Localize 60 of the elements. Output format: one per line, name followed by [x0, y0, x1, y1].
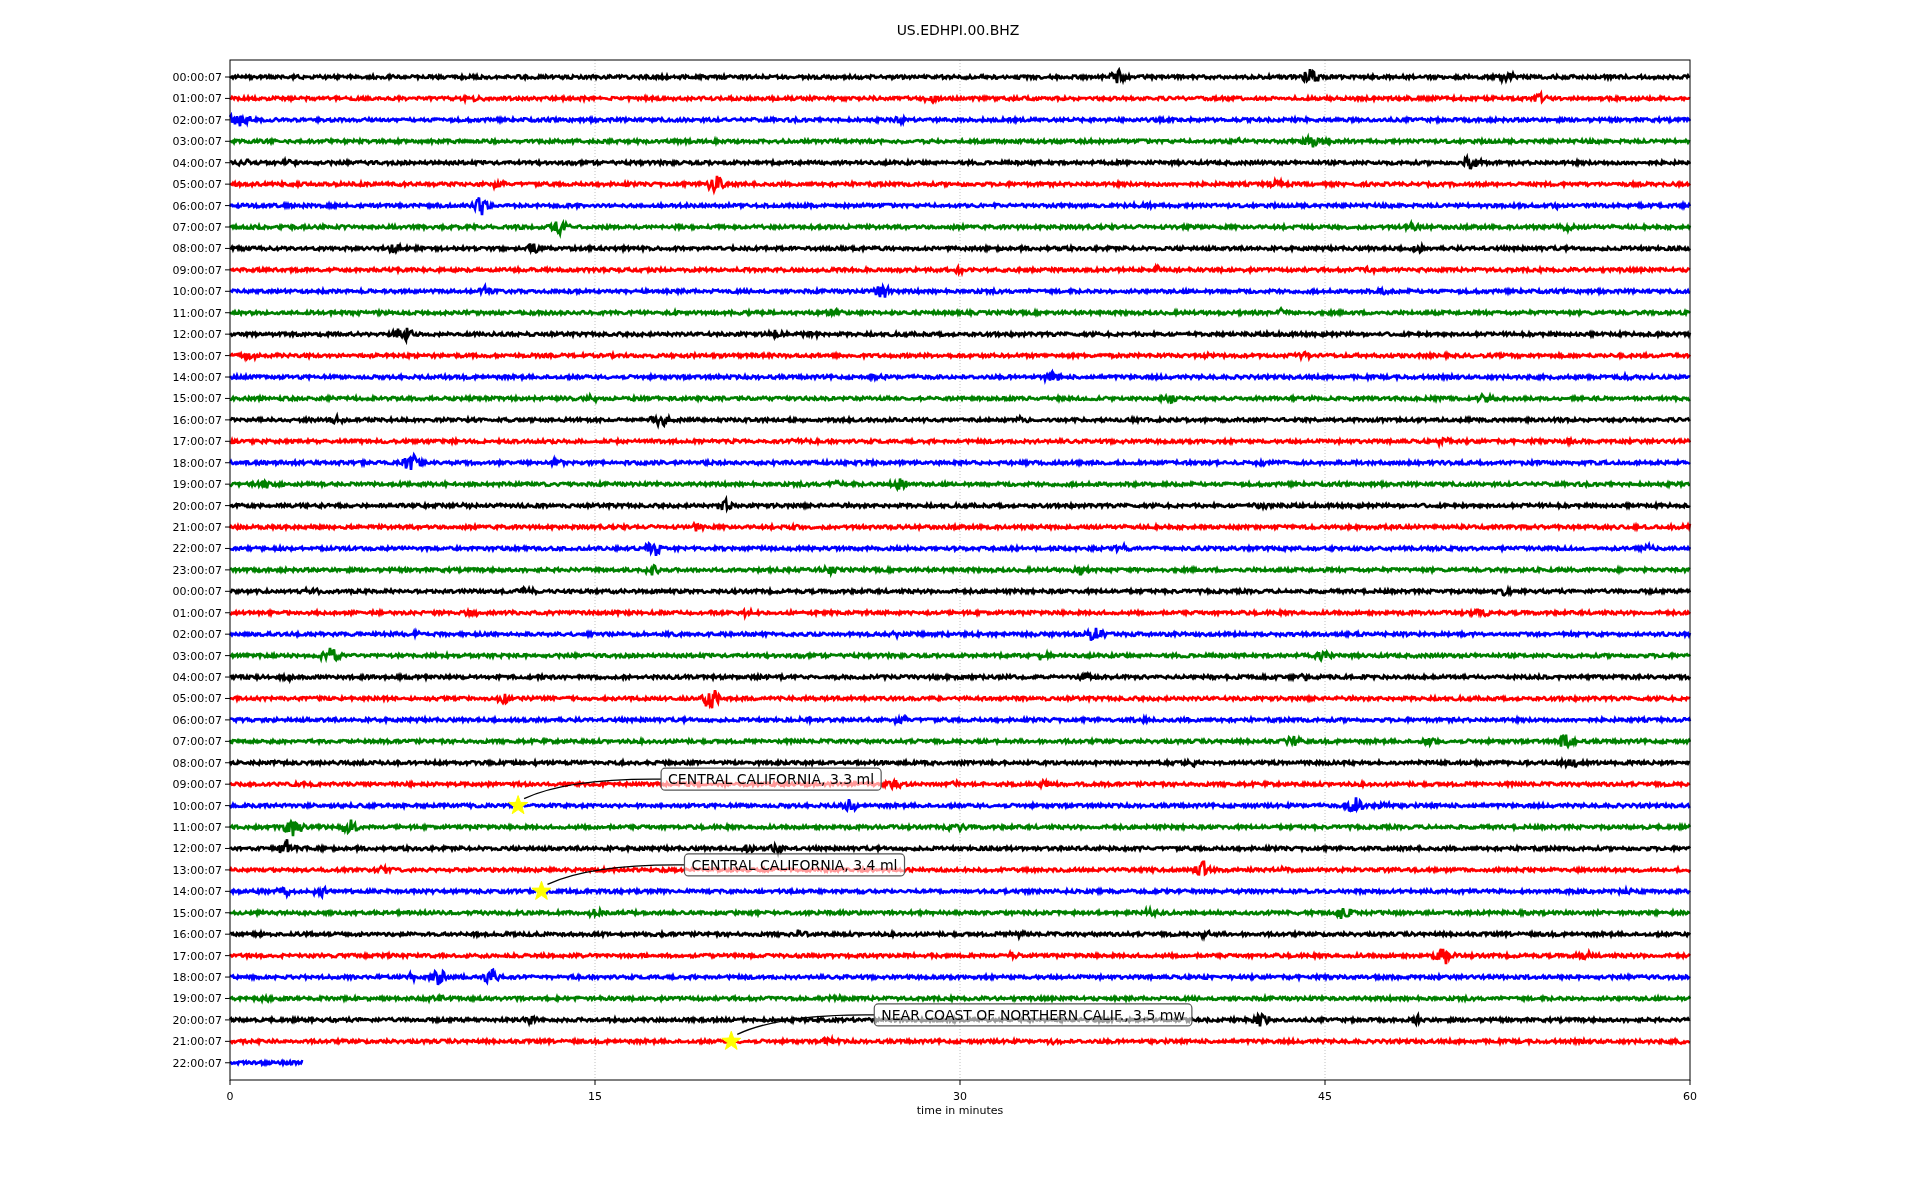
y-tick-label: 05:00:07 — [172, 692, 222, 706]
y-tick-label: 21:00:07 — [172, 521, 222, 535]
event-label: CENTRAL CALIFORNIA, 3.3 ml — [660, 767, 882, 791]
x-tick-label: 60 — [1683, 1090, 1697, 1103]
y-tick-label: 12:00:07 — [172, 842, 222, 856]
y-tick-label: 20:00:07 — [172, 499, 222, 513]
y-tick-label: 18:00:07 — [172, 456, 222, 470]
y-tick-label: 16:00:07 — [172, 928, 222, 942]
y-tick-label: 10:00:07 — [172, 799, 222, 813]
y-tick-label: 02:00:07 — [172, 113, 222, 127]
event-star-icon — [531, 880, 552, 900]
y-tick-label: 13:00:07 — [172, 349, 222, 363]
axis-label: time in minutes — [916, 1104, 1004, 1117]
event-star-icon — [721, 1030, 742, 1050]
y-tick-label: 03:00:07 — [172, 649, 222, 663]
x-tick-label: 45 — [1318, 1090, 1332, 1103]
y-tick-label: 03:00:07 — [172, 135, 222, 149]
y-tick-label: 07:00:07 — [172, 735, 222, 749]
y-tick-label: 19:00:07 — [172, 992, 222, 1006]
y-tick-label: 02:00:07 — [172, 628, 222, 642]
y-tick-label: 13:00:07 — [172, 863, 222, 877]
y-tick-label: 06:00:07 — [172, 199, 222, 213]
y-tick-label: 14:00:07 — [172, 885, 222, 899]
event-label: CENTRAL CALIFORNIA, 3.4 ml — [683, 853, 906, 877]
y-tick-label: 22:00:07 — [172, 1056, 222, 1070]
event-label: NEAR COAST OF NORTHERN CALIF., 3.5 mw — [873, 1003, 1193, 1027]
y-tick-label: 04:00:07 — [172, 671, 222, 685]
y-tick-label: 00:00:07 — [172, 585, 222, 599]
y-tick-label: 14:00:07 — [172, 371, 222, 384]
y-tick-label: 20:00:07 — [172, 1013, 222, 1027]
y-tick-label: 17:00:07 — [172, 435, 222, 449]
y-tick-label: 17:00:07 — [172, 949, 222, 963]
x-tick-label: 0 — [226, 1090, 234, 1103]
y-tick-label: 06:00:07 — [172, 713, 222, 727]
x-tick-label: 30 — [953, 1090, 967, 1103]
event-star-icon — [508, 795, 529, 815]
y-tick-label: 21:00:07 — [172, 1035, 222, 1049]
y-tick-label: 12:00:07 — [172, 328, 222, 342]
y-tick-label: 18:00:07 — [172, 971, 222, 985]
y-tick-label: 00:00:07 — [172, 71, 222, 84]
y-tick-label: 09:00:07 — [172, 778, 222, 792]
y-tick-label: 16:00:07 — [172, 413, 222, 427]
y-tick-label: 09:00:07 — [172, 263, 222, 277]
y-tick-label: 10:00:07 — [172, 285, 222, 299]
y-tick-label: 15:00:07 — [172, 392, 222, 406]
y-tick-label: 23:00:07 — [172, 563, 222, 577]
y-tick-label: 08:00:07 — [172, 242, 222, 256]
y-tick-label: 07:00:07 — [172, 221, 222, 234]
x-tick-label: 15 — [588, 1090, 602, 1103]
y-tick-label: 01:00:07 — [172, 92, 222, 106]
y-tick-label: 15:00:07 — [172, 906, 222, 920]
y-tick-label: 08:00:07 — [172, 756, 222, 770]
y-tick-label: 11:00:07 — [172, 306, 222, 320]
y-tick-label: 19:00:07 — [172, 478, 222, 492]
y-tick-label: 11:00:07 — [172, 821, 222, 835]
y-tick-label: 05:00:07 — [172, 178, 222, 192]
chart-title: US.EDHPI.00.BHZ — [896, 22, 1020, 38]
y-tick-label: 01:00:07 — [172, 606, 222, 620]
y-tick-label: 22:00:07 — [172, 542, 222, 556]
y-tick-label: 04:00:07 — [172, 156, 222, 170]
